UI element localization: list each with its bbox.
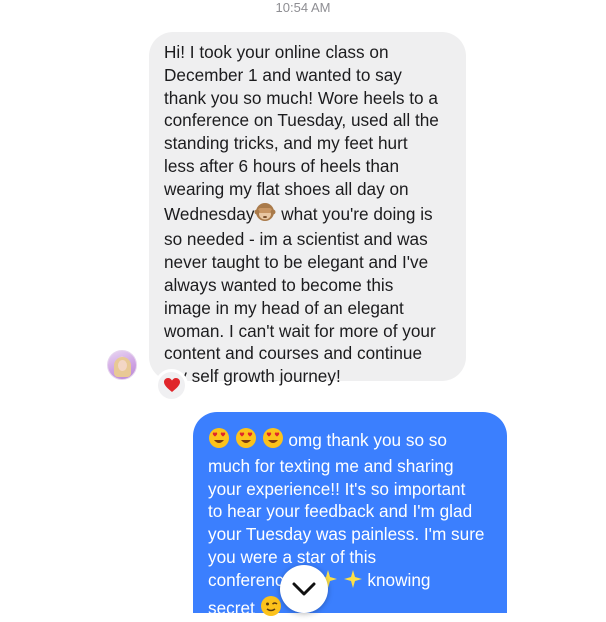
message-timestamp: 10:54 AM — [275, 0, 331, 15]
received-message-bubble[interactable]: Hi! I took your online class on December… — [149, 32, 466, 386]
heart-reaction-badge[interactable] — [155, 369, 188, 402]
heart-eyes-icon — [262, 427, 284, 455]
received-message-text: Hi! I took your online class on December… — [164, 42, 439, 224]
received-message-text-continued: what you're doing is so needed - im a sc… — [164, 203, 436, 387]
chevron-down-icon — [292, 582, 316, 596]
heart-icon — [163, 378, 180, 392]
heart-eyes-icon — [235, 427, 257, 455]
winking-face-icon — [260, 595, 282, 622]
sent-message-bubble[interactable]: omg thank you so so much for texting me … — [193, 412, 507, 618]
contact-avatar[interactable] — [107, 350, 137, 380]
scroll-to-bottom-button[interactable] — [280, 565, 328, 613]
heart-eyes-icon — [208, 427, 230, 455]
see-no-evil-monkey-icon — [254, 201, 276, 229]
sparkles-icon — [343, 569, 363, 595]
